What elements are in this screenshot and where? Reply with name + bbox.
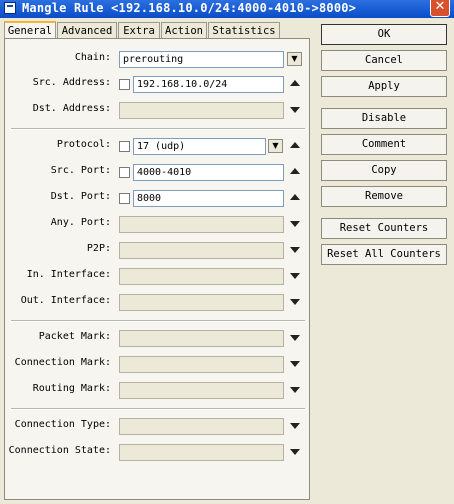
expand-down-icon[interactable]	[290, 107, 300, 113]
collapse-up-icon[interactable]	[290, 142, 300, 148]
src-port-negate-checkbox[interactable]	[119, 167, 130, 178]
expand-down-icon[interactable]	[290, 299, 300, 305]
tab-action[interactable]: Action	[161, 22, 207, 39]
dst-port-row: Dst. Port: 8000	[5, 189, 311, 207]
protocol-row: Protocol: 17 (udp) ▼	[5, 137, 311, 155]
protocol-negate-checkbox[interactable]	[119, 141, 130, 152]
routing-mark-input[interactable]	[119, 382, 284, 399]
connection-type-row: Connection Type:	[5, 417, 311, 435]
copy-button[interactable]: Copy	[321, 160, 447, 181]
cancel-button[interactable]: Cancel	[321, 50, 447, 71]
src-port-label: Src. Port:	[50, 165, 111, 176]
connection-type-label: Connection Type:	[14, 419, 111, 430]
routing-mark-row: Routing Mark:	[5, 381, 311, 399]
apply-button[interactable]: Apply	[321, 76, 447, 97]
packet-mark-row: Packet Mark:	[5, 329, 311, 347]
dst-address-row: Dst. Address:	[5, 101, 311, 119]
src-address-input[interactable]: 192.168.10.0/24	[133, 76, 284, 93]
routing-mark-label: Routing Mark:	[32, 383, 111, 394]
collapse-up-icon[interactable]	[290, 194, 300, 200]
dst-port-label: Dst. Port:	[50, 191, 111, 202]
any-port-label: Any. Port:	[50, 217, 111, 228]
disable-button[interactable]: Disable	[321, 108, 447, 129]
in-interface-input[interactable]	[119, 268, 284, 285]
connection-state-row: Connection State:	[5, 443, 311, 461]
protocol-select[interactable]: 17 (udp)	[133, 138, 266, 155]
remove-button[interactable]: Remove	[321, 186, 447, 207]
p2p-row: P2P:	[5, 241, 311, 259]
separator	[11, 128, 305, 130]
separator	[11, 408, 305, 410]
src-port-input[interactable]: 4000-4010	[133, 164, 284, 181]
in-interface-row: In. Interface:	[5, 267, 311, 285]
dst-port-input[interactable]: 8000	[133, 190, 284, 207]
out-interface-input[interactable]	[119, 294, 284, 311]
expand-down-icon[interactable]	[290, 221, 300, 227]
connection-type-input[interactable]	[119, 418, 284, 435]
connection-state-label: Connection State:	[8, 445, 111, 456]
expand-down-icon[interactable]	[290, 247, 300, 253]
src-address-negate-checkbox[interactable]	[119, 79, 130, 90]
reset-counters-button[interactable]: Reset Counters	[321, 218, 447, 239]
any-port-row: Any. Port:	[5, 215, 311, 233]
tab-general[interactable]: General	[4, 21, 56, 39]
tab-statistics[interactable]: Statistics	[208, 22, 280, 39]
expand-down-icon[interactable]	[290, 387, 300, 393]
title-bar: Mangle Rule <192.168.10.0/24:4000-4010->…	[0, 0, 454, 18]
connection-mark-input[interactable]	[119, 356, 284, 373]
chain-label: Chain:	[74, 52, 111, 63]
expand-down-icon[interactable]	[290, 361, 300, 367]
src-address-row: Src. Address: 192.168.10.0/24	[5, 75, 311, 93]
dst-port-negate-checkbox[interactable]	[119, 193, 130, 204]
collapse-up-icon[interactable]	[290, 80, 300, 86]
expand-down-icon[interactable]	[290, 449, 300, 455]
general-panel: Chain: prerouting ▼ Src. Address: 192.16…	[4, 38, 310, 500]
connection-mark-row: Connection Mark:	[5, 355, 311, 373]
out-interface-row: Out. Interface:	[5, 293, 311, 311]
dst-address-input[interactable]	[119, 102, 284, 119]
collapse-up-icon[interactable]	[290, 168, 300, 174]
ok-button[interactable]: OK	[321, 24, 447, 45]
protocol-dropdown-icon[interactable]: ▼	[268, 139, 283, 153]
any-port-input[interactable]	[119, 216, 284, 233]
chain-dropdown-icon[interactable]: ▼	[287, 52, 302, 66]
tab-advanced[interactable]: Advanced	[57, 22, 117, 39]
window-icon	[4, 2, 16, 14]
in-interface-label: In. Interface:	[26, 269, 111, 280]
src-address-label: Src. Address:	[32, 77, 111, 88]
window-title: Mangle Rule <192.168.10.0/24:4000-4010->…	[22, 1, 357, 15]
separator	[11, 320, 305, 322]
src-port-row: Src. Port: 4000-4010	[5, 163, 311, 181]
expand-down-icon[interactable]	[290, 273, 300, 279]
tab-extra[interactable]: Extra	[118, 22, 160, 39]
packet-mark-input[interactable]	[119, 330, 284, 347]
expand-down-icon[interactable]	[290, 335, 300, 341]
p2p-input[interactable]	[119, 242, 284, 259]
packet-mark-label: Packet Mark:	[38, 331, 111, 342]
p2p-label: P2P:	[86, 243, 111, 254]
connection-mark-label: Connection Mark:	[14, 357, 111, 368]
dst-address-label: Dst. Address:	[32, 103, 111, 114]
chain-select[interactable]: prerouting	[119, 51, 284, 68]
protocol-label: Protocol:	[56, 139, 111, 150]
reset-all-counters-button[interactable]: Reset All Counters	[321, 244, 447, 265]
out-interface-label: Out. Interface:	[20, 295, 111, 306]
connection-state-input[interactable]	[119, 444, 284, 461]
close-button[interactable]: ✕	[430, 0, 450, 17]
comment-button[interactable]: Comment	[321, 134, 447, 155]
chain-row: Chain: prerouting ▼	[5, 50, 311, 68]
expand-down-icon[interactable]	[290, 423, 300, 429]
